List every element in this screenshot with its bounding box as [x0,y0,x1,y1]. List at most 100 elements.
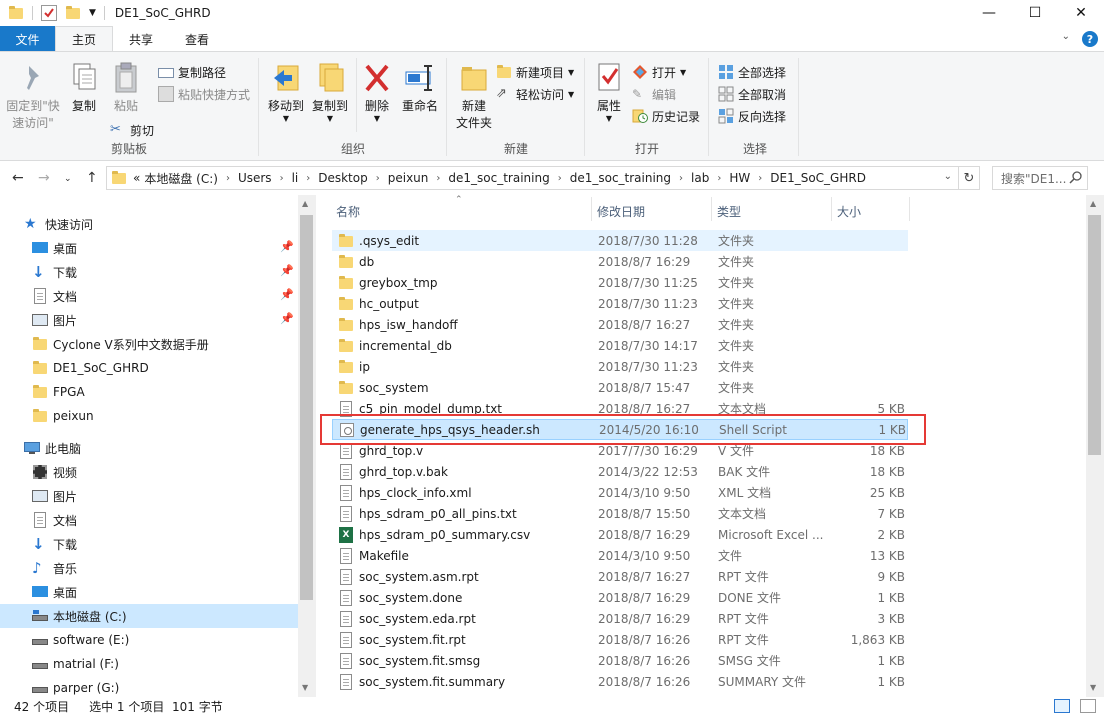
column-header-size[interactable]: 大小 [833,195,909,227]
breadcrumb-item[interactable]: DE1_SoC_GHRD [768,171,868,185]
file-row[interactable]: soc_system 2018/8/7 15:47 文件夹 [332,377,908,398]
scroll-down-icon[interactable]: ▼ [302,683,308,692]
open-button[interactable]: 打开 ▼ [632,62,686,82]
scroll-up-icon[interactable]: ▲ [302,199,308,208]
up-arrow-icon[interactable]: ↑ [86,170,98,186]
file-row[interactable]: soc_system.fit.smsg 2018/8/7 16:26 SMSG … [332,650,908,671]
tab-file[interactable]: 文件 [0,26,55,52]
new-folder-icon[interactable] [65,5,81,21]
nav-item-cyclone-folder[interactable]: Cyclone V系列中文数据手册 [0,332,298,356]
nav-item-documents[interactable]: 文档 📌 [0,284,298,308]
details-view-icon[interactable] [1054,699,1070,713]
move-to-button[interactable]: 移动到 ▼ [264,60,308,123]
rename-button[interactable]: 重命名 [398,60,442,115]
file-row[interactable]: incremental_db 2018/7/30 14:17 文件夹 [332,335,908,356]
file-row[interactable]: .qsys_edit 2018/7/30 11:28 文件夹 [332,230,908,251]
invert-selection-button[interactable]: 反向选择 [718,106,786,126]
address-bar[interactable]: « 本地磁盘 (C:) › Users › li › Desktop › pei… [106,166,959,190]
nav-this-pc[interactable]: 此电脑 [0,436,298,460]
new-folder-button[interactable]: 新建 文件夹 [452,60,496,132]
nav-scrollbar[interactable]: ▲ ▼ [298,195,316,697]
minimize-button[interactable]: — [966,0,1012,25]
breadcrumb-separator-icon[interactable]: › [552,173,568,184]
close-button[interactable]: ✕ [1058,0,1104,25]
nav-scrollbar-thumb[interactable] [300,215,313,600]
breadcrumb-item[interactable]: lab [689,171,711,185]
breadcrumb-separator-icon[interactable]: › [711,173,727,184]
breadcrumb-item[interactable]: peixun [386,171,431,185]
column-header-type[interactable]: 类型 [713,195,831,227]
nav-item-de1-soc-ghrd[interactable]: DE1_SoC_GHRD [0,356,298,380]
breadcrumb-separator-icon[interactable]: › [370,173,386,184]
breadcrumb-separator-icon[interactable]: › [673,173,689,184]
nav-quick-access[interactable]: ★ 快速访问 [0,212,298,236]
nav-item-desktop[interactable]: 桌面 [0,580,298,604]
cut-button[interactable]: ✂ 剪切 [110,120,154,140]
paste-shortcut-button[interactable]: 粘贴快捷方式 [158,84,250,104]
nav-item-software-e[interactable]: software (E:) [0,628,298,652]
maximize-button[interactable]: ☐ [1012,0,1058,25]
breadcrumb-separator-icon[interactable]: › [430,173,446,184]
help-icon[interactable]: ? [1082,31,1098,47]
expand-ribbon-icon[interactable]: ⌄ [1062,31,1070,47]
breadcrumb-separator-icon[interactable]: › [220,173,236,184]
nav-item-pictures[interactable]: 图片 [0,484,298,508]
nav-item-documents[interactable]: 文档 [0,508,298,532]
scroll-up-icon[interactable]: ▲ [1090,199,1096,208]
file-row[interactable]: ghrd_top.v.bak 2014/3/22 12:53 BAK 文件 18… [332,461,908,482]
properties-check-icon[interactable] [41,4,57,21]
nav-item-matrial-f[interactable]: matrial (F:) [0,652,298,676]
new-item-button[interactable]: 新建项目 ▼ [496,62,574,82]
file-row[interactable]: X hps_sdram_p0_summary.csv 2018/8/7 16:2… [332,524,908,545]
file-list-scrollbar-thumb[interactable] [1088,215,1101,455]
tab-home[interactable]: 主页 [55,26,114,52]
file-row[interactable]: hps_clock_info.xml 2014/3/10 9:50 XML 文档… [332,482,908,503]
paste-button[interactable]: 粘贴 [108,60,144,115]
file-row[interactable]: Makefile 2014/3/10 9:50 文件 13 KB [332,545,908,566]
breadcrumb-separator-icon[interactable]: › [752,173,768,184]
breadcrumb-item[interactable]: HW [727,171,752,185]
nav-item-music[interactable]: ♪ 音乐 [0,556,298,580]
tab-share[interactable]: 共享 [113,26,169,52]
customize-toolbar-dropdown[interactable]: ▼ [89,8,96,18]
breadcrumb-item[interactable]: de1_soc_training [568,171,673,185]
file-row[interactable]: db 2018/8/7 16:29 文件夹 [332,251,908,272]
breadcrumb-overflow[interactable]: « [131,171,142,185]
file-row[interactable]: ip 2018/7/30 11:23 文件夹 [332,356,908,377]
back-arrow-icon[interactable]: ← [12,170,24,186]
address-dropdown-icon[interactable]: ⌄ [944,171,952,182]
edit-button[interactable]: ✎ 编辑 [632,84,676,104]
delete-button[interactable]: 删除 ▼ [360,60,394,123]
breadcrumb-item[interactable]: Users [236,171,274,185]
file-row[interactable]: hps_isw_handoff 2018/8/7 16:27 文件夹 [332,314,908,335]
file-row[interactable]: soc_system.fit.rpt 2018/8/7 16:26 RPT 文件… [332,629,908,650]
nav-item-fpga[interactable]: FPGA [0,380,298,404]
nav-item-pictures[interactable]: 图片 📌 [0,308,298,332]
column-header-date[interactable]: 修改日期 [593,195,711,227]
breadcrumb-item[interactable]: de1_soc_training [446,171,551,185]
copy-to-button[interactable]: 复制到 ▼ [308,60,352,123]
file-row[interactable]: soc_system.fit.summary 2018/8/7 16:26 SU… [332,671,908,692]
copy-path-button[interactable]: 复制路径 [158,62,226,82]
file-row[interactable]: soc_system.asm.rpt 2018/8/7 16:27 RPT 文件… [332,566,908,587]
breadcrumb-separator-icon[interactable]: › [274,173,290,184]
file-row[interactable]: greybox_tmp 2018/7/30 11:25 文件夹 [332,272,908,293]
easy-access-button[interactable]: ⇗ 轻松访问 ▼ [496,84,574,104]
file-row[interactable]: soc_system.done 2018/8/7 16:29 DONE 文件 1… [332,587,908,608]
scroll-down-icon[interactable]: ▼ [1090,683,1096,692]
breadcrumb-item[interactable]: li [290,171,301,185]
properties-button[interactable]: 属性 ▼ [592,60,626,123]
forward-arrow-icon[interactable]: → [38,170,50,186]
select-none-button[interactable]: 全部取消 [718,84,786,104]
file-row[interactable]: hps_sdram_p0_all_pins.txt 2018/8/7 15:50… [332,503,908,524]
refresh-icon[interactable]: ↻ [959,166,980,190]
breadcrumb-item[interactable]: 本地磁盘 (C:) [142,170,220,187]
nav-item-downloads[interactable]: ↓ 下载 [0,532,298,556]
search-input[interactable]: 搜索"DE1... [992,166,1088,190]
nav-item-peixun[interactable]: peixun [0,404,298,428]
select-all-button[interactable]: 全部选择 [718,62,786,82]
history-button[interactable]: 历史记录 [632,106,700,126]
copy-button[interactable]: 复制 [66,60,102,115]
large-icons-view-icon[interactable] [1080,699,1096,713]
nav-item-videos[interactable]: 视频 [0,460,298,484]
